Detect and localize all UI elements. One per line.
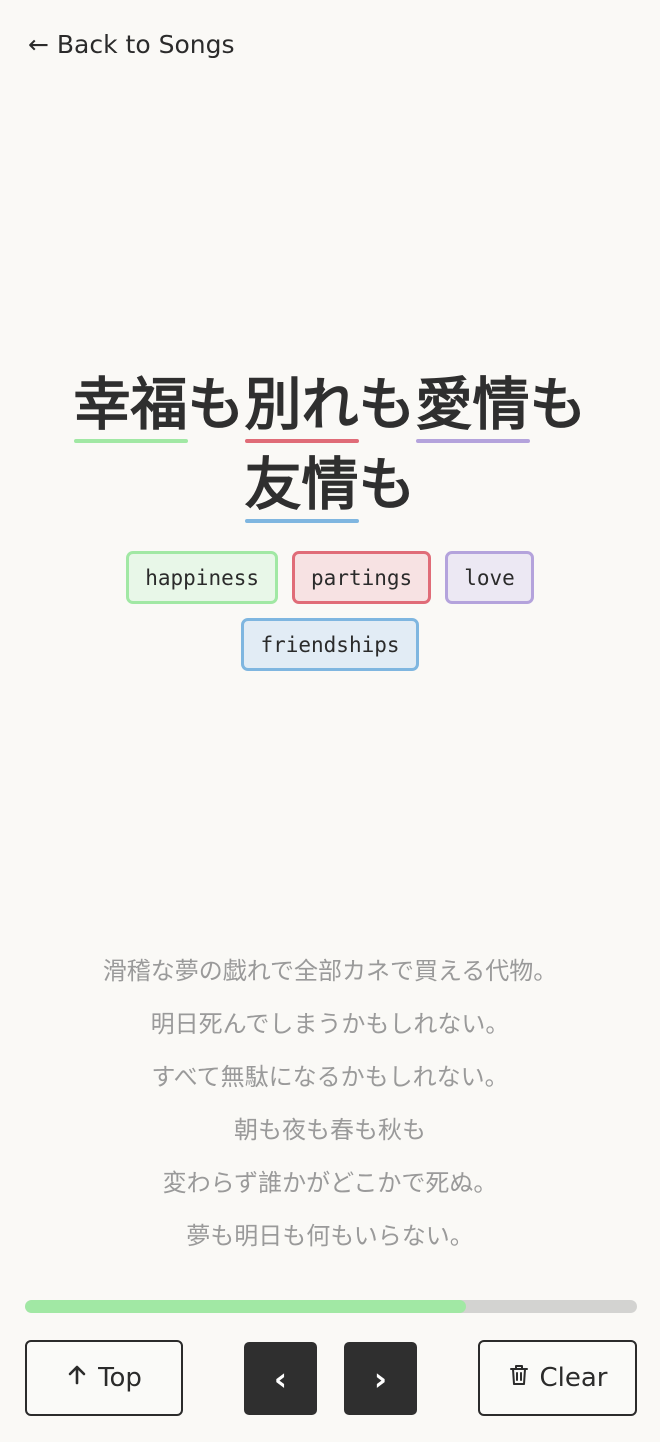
- chevron-left-icon: ‹: [273, 1359, 288, 1398]
- upcoming-lyric-line: 滑稽な夢の戯れで全部カネで買える代物。: [102, 957, 558, 985]
- current-lyric: 幸福も別れも愛情も 友情も: [0, 365, 660, 525]
- translation-chip[interactable]: love: [445, 551, 534, 604]
- previous-button[interactable]: ‹: [244, 1342, 317, 1415]
- lyric-line: 幸福も別れも愛情も: [0, 365, 660, 445]
- chip-row: friendships: [241, 618, 419, 671]
- top-button-label: Top: [98, 1363, 142, 1393]
- highlighted-word[interactable]: 幸福: [73, 365, 188, 445]
- highlighted-word[interactable]: 愛情: [415, 365, 530, 445]
- progress-fill: [25, 1300, 466, 1313]
- chip-row: happiness partings love: [126, 551, 534, 604]
- top-button[interactable]: Top: [25, 1340, 183, 1416]
- arrow-up-icon: [66, 1363, 88, 1393]
- highlighted-word[interactable]: 友情: [244, 445, 359, 525]
- clear-button-label: Clear: [539, 1363, 608, 1393]
- translation-chip[interactable]: happiness: [126, 551, 279, 604]
- next-button[interactable]: ›: [344, 1342, 417, 1415]
- progress-bar: [25, 1300, 637, 1313]
- upcoming-lyric-line: すべて無駄になるかもしれない。: [151, 1063, 509, 1091]
- lyric-particle: も: [529, 372, 587, 438]
- lyric-particle: も: [358, 452, 416, 518]
- upcoming-lyrics: 滑稽な夢の戯れで全部カネで買える代物。 明日死んでしまうかもしれない。 すべて無駄に…: [0, 945, 660, 1263]
- translation-chip[interactable]: friendships: [241, 618, 419, 671]
- translation-chips: happiness partings love friendships: [0, 551, 660, 671]
- translation-chip[interactable]: partings: [292, 551, 432, 604]
- upcoming-lyric-line: 明日死んでしまうかもしれない。: [150, 1010, 510, 1038]
- clear-button[interactable]: Clear: [478, 1340, 637, 1416]
- upcoming-lyric-line: 朝も夜も春も秋も: [234, 1116, 426, 1144]
- highlighted-word[interactable]: 別れ: [244, 365, 359, 445]
- upcoming-lyric-line: 夢も明日も何もいらない。: [186, 1222, 474, 1250]
- lyric-particle: も: [187, 372, 245, 438]
- back-link-label: ← Back to Songs: [28, 30, 235, 59]
- lyric-particle: も: [358, 372, 416, 438]
- lyric-line: 友情も: [0, 445, 660, 525]
- back-to-songs-link[interactable]: ← Back to Songs: [28, 30, 234, 59]
- trash-icon: [508, 1363, 530, 1394]
- upcoming-lyric-line: 変わらず誰かがどこかで死ぬ。: [162, 1169, 498, 1197]
- chevron-right-icon: ›: [373, 1359, 388, 1398]
